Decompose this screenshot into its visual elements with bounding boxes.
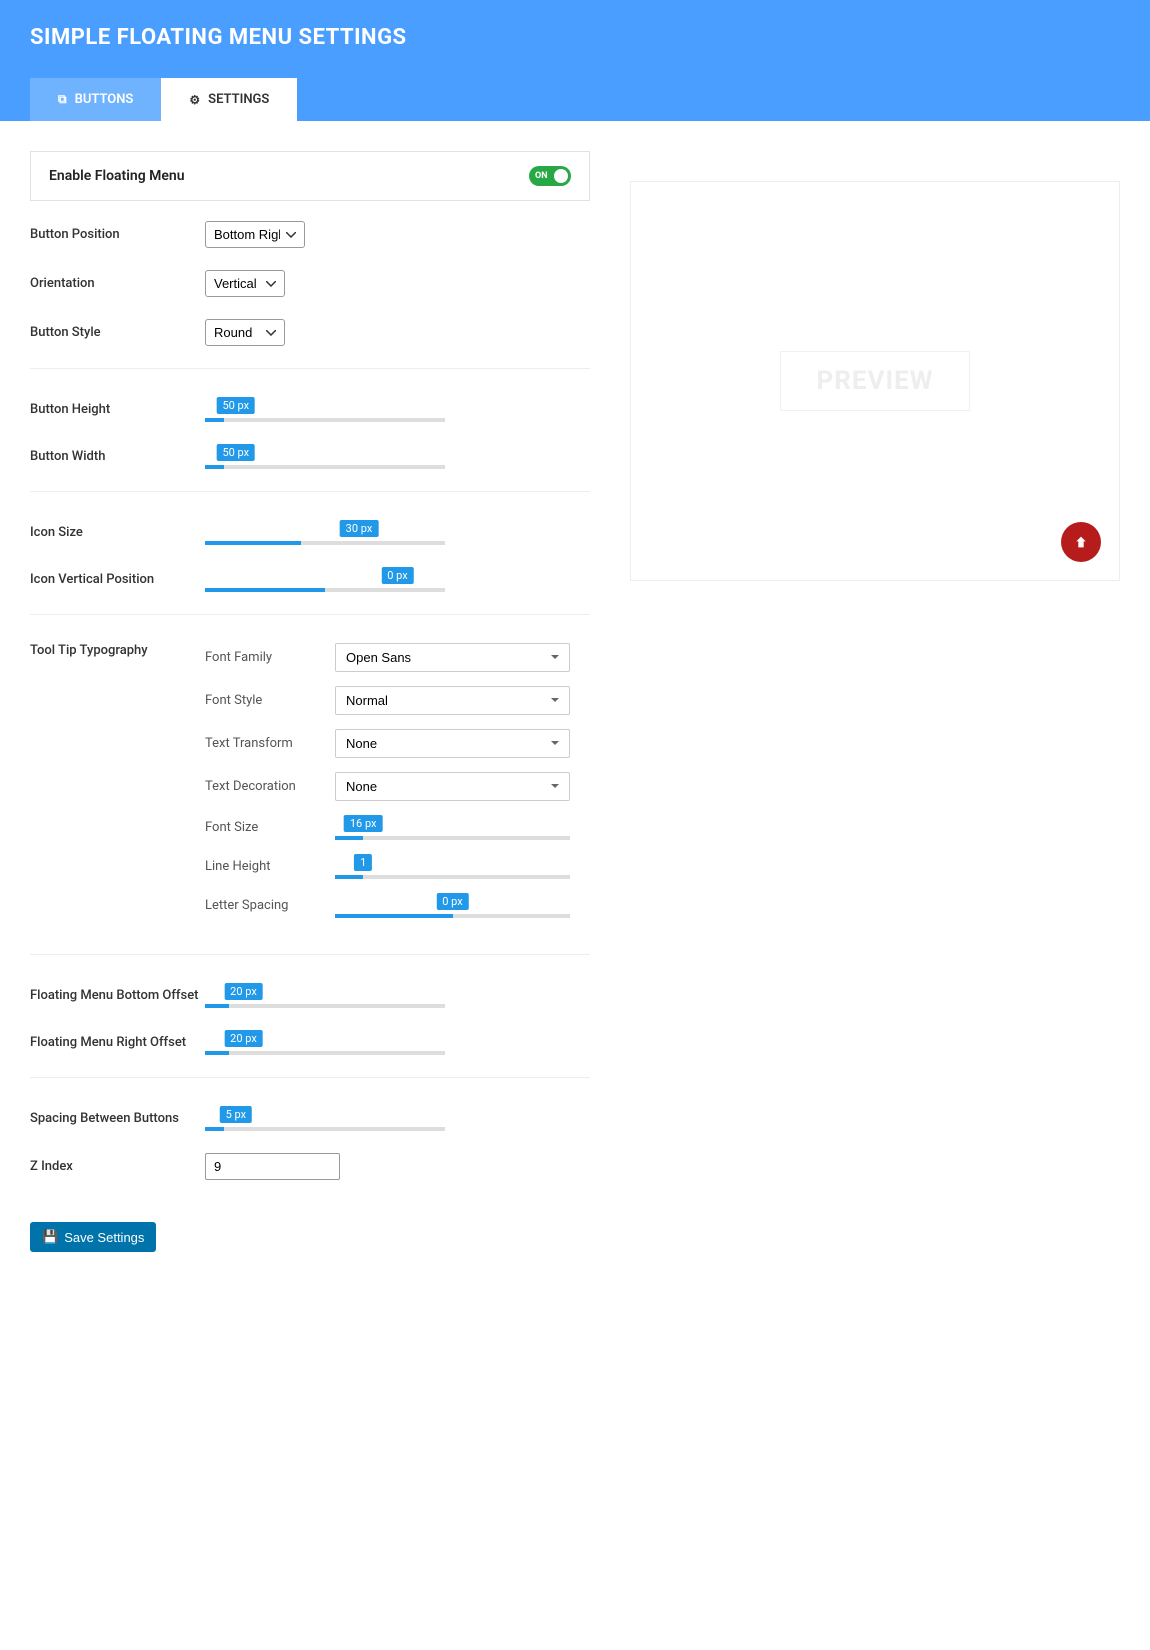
button-width-label: Button Width [30,449,205,464]
text-transform-label: Text Transform [205,736,335,751]
button-width-slider[interactable]: 50 px [205,444,590,469]
tab-label: SETTINGS [208,92,269,107]
enable-toggle[interactable]: ON [529,166,571,186]
zindex-input[interactable] [205,1153,340,1180]
slider-value: 5 px [220,1106,252,1123]
line-height-label: Line Height [205,859,335,874]
button-style-select[interactable]: Round [205,319,285,346]
slider-value: 50 px [216,397,255,414]
font-family-label: Font Family [205,650,335,665]
button-height-label: Button Height [30,402,205,417]
slider-value: 20 px [224,1030,263,1047]
tooltip-typography-label: Tool Tip Typography [30,643,205,658]
text-decoration-label: Text Decoration [205,779,335,794]
tab-buttons[interactable]: ⧉ BUTTONS [30,78,161,121]
spacing-slider[interactable]: 5 px [205,1106,590,1131]
icon-vpos-label: Icon Vertical Position [30,572,205,587]
text-transform-select[interactable]: None [335,729,570,758]
copy-icon: ⧉ [58,92,67,107]
font-family-select[interactable]: Open Sans [335,643,570,672]
save-label: Save Settings [64,1230,144,1245]
right-offset-slider[interactable]: 20 px [205,1030,590,1055]
orientation-select[interactable]: Vertical [205,270,285,297]
slider-value: 50 px [216,444,255,461]
tab-settings[interactable]: ⚙ SETTINGS [161,78,297,121]
button-position-select[interactable]: Bottom Right [205,221,305,248]
button-position-label: Button Position [30,227,205,242]
slider-value: 16 px [344,815,383,832]
spacing-label: Spacing Between Buttons [30,1111,205,1126]
divider [30,1077,590,1078]
save-settings-button[interactable]: 💾 Save Settings [30,1222,156,1252]
preview-panel: PREVIEW [630,181,1120,581]
divider [30,614,590,615]
arrow-up-icon [1073,534,1089,550]
slider-value: 30 px [340,520,379,537]
letter-spacing-slider[interactable]: 0 px [335,893,570,918]
orientation-label: Orientation [30,276,205,291]
button-style-label: Button Style [30,325,205,340]
button-height-slider[interactable]: 50 px [205,397,590,422]
divider [30,368,590,369]
line-height-slider[interactable]: 1 [335,854,570,879]
tab-label: BUTTONS [75,92,134,107]
text-decoration-select[interactable]: None [335,772,570,801]
zindex-label: Z Index [30,1159,205,1174]
slider-value: 0 px [436,893,468,910]
right-offset-label: Floating Menu Right Offset [30,1035,205,1050]
font-style-select[interactable]: Normal [335,686,570,715]
icon-size-slider[interactable]: 30 px [205,520,590,545]
bottom-offset-label: Floating Menu Bottom Offset [30,988,205,1003]
font-size-slider[interactable]: 16 px [335,815,570,840]
font-style-label: Font Style [205,693,335,708]
toggle-knob [554,169,568,183]
divider [30,954,590,955]
slider-value: 20 px [224,983,263,1000]
slider-value: 0 px [381,567,413,584]
toggle-text: ON [529,171,548,181]
icon-vpos-slider[interactable]: 0 px [205,567,590,592]
divider [30,491,590,492]
page-title: SIMPLE FLOATING MENU SETTINGS [30,25,1120,50]
icon-size-label: Icon Size [30,525,205,540]
letter-spacing-label: Letter Spacing [205,898,335,913]
slider-value: 1 [354,854,372,871]
enable-label: Enable Floating Menu [49,168,185,184]
gear-icon: ⚙ [189,93,200,107]
preview-label: PREVIEW [816,366,933,396]
preview-inner: PREVIEW [780,351,970,411]
font-size-label: Font Size [205,820,335,835]
bottom-offset-slider[interactable]: 20 px [205,983,590,1008]
tabs: ⧉ BUTTONS ⚙ SETTINGS [30,78,1120,121]
floating-button[interactable] [1061,522,1101,562]
save-icon: 💾 [42,1229,58,1245]
enable-floating-menu-row: Enable Floating Menu ON [30,151,590,201]
